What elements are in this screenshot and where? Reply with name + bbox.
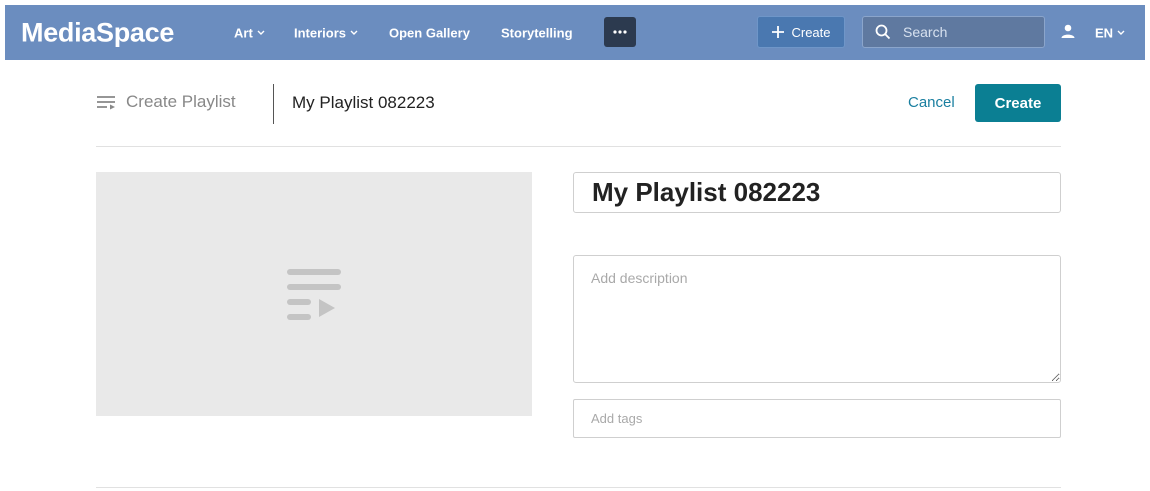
plus-icon bbox=[772, 26, 785, 38]
chevron-down-icon bbox=[350, 30, 358, 35]
logo[interactable]: MediaSpace bbox=[21, 17, 174, 48]
header-create-label: Create bbox=[791, 24, 831, 40]
language-selector[interactable]: EN bbox=[1095, 25, 1125, 40]
more-menu-button[interactable] bbox=[604, 17, 636, 47]
tags-input[interactable] bbox=[573, 399, 1061, 438]
cancel-button[interactable]: Cancel bbox=[908, 94, 955, 111]
playlist-title-input[interactable] bbox=[573, 172, 1061, 213]
description-field[interactable] bbox=[573, 255, 1061, 383]
nav-item-label: Art bbox=[234, 25, 253, 40]
top-navbar: MediaSpace Art Interiors Open Gallery St… bbox=[5, 5, 1145, 60]
search-icon bbox=[875, 24, 891, 40]
playlist-icon bbox=[97, 96, 115, 110]
title-divider bbox=[273, 84, 274, 124]
language-label: EN bbox=[1095, 25, 1114, 40]
breadcrumb-label: Create Playlist bbox=[126, 92, 236, 111]
ellipsis-icon bbox=[613, 30, 627, 34]
user-icon[interactable] bbox=[1061, 24, 1075, 38]
chevron-down-icon bbox=[257, 30, 265, 35]
section-divider bbox=[96, 146, 1061, 147]
playlist-icon bbox=[287, 269, 341, 320]
chevron-down-icon bbox=[1117, 30, 1125, 35]
create-button[interactable]: Create bbox=[975, 84, 1061, 122]
breadcrumb: Create Playlist bbox=[96, 92, 236, 112]
search-box[interactable] bbox=[862, 16, 1045, 48]
nav-item-label: Interiors bbox=[294, 25, 347, 40]
page-title-row: Create Playlist My Playlist 082223 Cance… bbox=[96, 84, 1061, 124]
nav-item-label: Storytelling bbox=[501, 25, 573, 40]
bottom-divider bbox=[96, 487, 1061, 488]
nav-item-art[interactable]: Art bbox=[234, 25, 265, 40]
playlist-thumbnail bbox=[96, 172, 532, 416]
search-input[interactable] bbox=[901, 23, 1035, 41]
header-create-button[interactable]: Create bbox=[757, 16, 845, 48]
page-title: My Playlist 082223 bbox=[292, 93, 435, 112]
nav-item-interiors[interactable]: Interiors bbox=[294, 25, 358, 40]
nav-item-open-gallery[interactable]: Open Gallery bbox=[389, 25, 470, 40]
nav-item-label: Open Gallery bbox=[389, 25, 470, 40]
nav-item-storytelling[interactable]: Storytelling bbox=[501, 25, 573, 40]
